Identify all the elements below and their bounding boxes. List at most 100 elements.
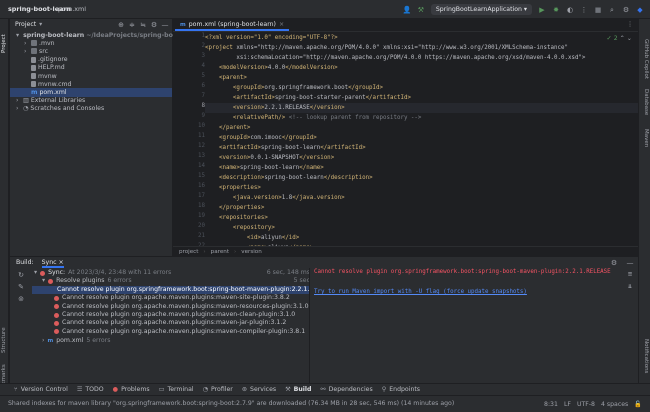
build-hide-icon[interactable]: — <box>626 259 634 267</box>
scroll-to-end-icon[interactable]: ⇊ <box>626 282 634 290</box>
code-line[interactable]: <project xmlns="http://maven.apache.org/… <box>205 43 568 53</box>
filter-icon[interactable]: ⊚ <box>17 295 25 303</box>
tool-window-services[interactable]: ⊛ Services <box>242 386 276 393</box>
resolve-plugins-row[interactable]: ▾ Resolve plugins 6 errors 5 sec <box>42 277 309 285</box>
lock-icon[interactable]: 🔓 <box>634 400 642 408</box>
breadcrumb-item[interactable]: parent <box>211 249 229 255</box>
expand-all-icon[interactable]: ≒ <box>139 21 147 29</box>
tab-pom-xml[interactable]: m pom.xml (spring-boot-learn) × <box>175 20 290 31</box>
plugin-error-row[interactable]: Cannot resolve plugin org.apache.maven.p… <box>32 303 309 311</box>
plugin-error-row[interactable]: Cannot resolve plugin org.apache.maven.p… <box>32 311 309 319</box>
file-encoding[interactable]: UTF-8 <box>577 401 595 408</box>
code-line[interactable]: <artifactId>spring-boot-starter-parent</… <box>205 93 411 103</box>
build-hammer-icon[interactable]: ⚒ <box>417 6 425 14</box>
sync-root-row[interactable]: ▾ Sync: At 2023/3/4, 23:48 with 11 error… <box>34 269 309 277</box>
code-line[interactable]: <version>2.2.1.RELEASE</version> <box>205 103 638 113</box>
close-tab-icon[interactable]: × <box>279 20 284 30</box>
tree-item[interactable]: mvnw <box>10 72 172 80</box>
tree-item[interactable]: mvnw.cmd <box>10 80 172 88</box>
locate-icon[interactable]: ⊕ <box>117 21 125 29</box>
tool-window-dependencies[interactable]: ⚯ Dependencies <box>320 386 372 393</box>
code-line[interactable]: <?xml version="1.0" encoding="UTF-8"?> <box>205 33 338 43</box>
tree-item[interactable]: › ▥ External Libraries <box>10 97 172 105</box>
code-line[interactable]: <version>0.0.1-SNAPSHOT</version> <box>205 153 334 163</box>
code-line[interactable]: <description>spring-boot-learn</descript… <box>205 173 373 183</box>
settings-icon[interactable]: ⚙ <box>622 6 630 14</box>
code-line[interactable]: <artifactId>spring-boot-learn</artifactI… <box>205 143 366 153</box>
tool-window-terminal[interactable]: ▭ Terminal <box>159 386 194 393</box>
current-file-name[interactable]: pom.xml <box>58 5 86 13</box>
search-icon[interactable]: ⌕ <box>608 6 616 14</box>
code-line[interactable]: <java.version>1.8</java.version> <box>205 193 345 203</box>
tree-item[interactable]: › src <box>10 47 172 55</box>
code-line[interactable]: <properties> <box>205 183 261 193</box>
tree-item[interactable]: ▾ spring-boot-learn ~/IdeaProjects/spring-… <box>10 31 201 39</box>
coverage-icon[interactable]: ◐ <box>566 6 574 14</box>
profile-icon[interactable]: 👤 <box>403 6 412 14</box>
code-line[interactable]: <repository> <box>205 223 275 233</box>
force-update-link[interactable]: Try to run Maven import with -U flag (fo… <box>314 289 527 295</box>
build-options-gear-icon[interactable]: ⚙ <box>610 259 618 267</box>
tree-item[interactable]: HELP.md <box>10 64 172 72</box>
tool-window-profiler[interactable]: ◔ Profiler <box>203 386 233 393</box>
structure-tool-tab[interactable]: Structure <box>1 319 8 353</box>
tree-item[interactable]: › ◔ Scratches and Consoles <box>10 105 172 113</box>
tree-item[interactable]: › .mvn <box>10 39 172 47</box>
code-line[interactable]: <modelVersion>4.0.0</modelVersion> <box>205 63 338 73</box>
code-line[interactable]: <name>spring-boot-learn</name> <box>205 163 324 173</box>
maven-tool-tab[interactable]: Maven <box>641 129 649 155</box>
expand-arrow-icon[interactable]: › <box>16 97 21 104</box>
code-line[interactable]: <relativePath/> <!-- lookup parent from … <box>205 113 421 123</box>
hide-panel-icon[interactable]: — <box>161 21 169 29</box>
project-tool-tab[interactable]: Project <box>1 23 8 53</box>
notifications-tool-tab[interactable]: Notifications <box>641 339 649 383</box>
collapse-all-icon[interactable]: ≑ <box>128 21 136 29</box>
run-icon[interactable]: ▶ <box>538 6 546 14</box>
tool-window-build[interactable]: ⚒ Build <box>285 386 311 393</box>
expand-arrow-icon[interactable]: › <box>24 40 29 47</box>
copilot-icon[interactable]: ◆ <box>636 6 644 14</box>
tool-window-problems[interactable]: ● Problems <box>113 386 150 393</box>
expand-arrow-icon[interactable]: ▾ <box>16 32 19 39</box>
status-message[interactable]: Shared indexes for maven library "org.sp… <box>8 400 454 407</box>
code-line[interactable]: </parent> <box>205 123 250 133</box>
plugin-error-row[interactable]: Cannot resolve plugin org.apache.maven.p… <box>32 294 309 302</box>
copilot-tool-tab[interactable]: GitHub Copilot <box>641 39 649 87</box>
code-line[interactable]: <repositories> <box>205 213 268 223</box>
code-line[interactable]: </properties> <box>205 203 264 213</box>
run-configuration-select[interactable]: SpringBootLearnApplication ▾ <box>430 4 532 15</box>
editor-tabs-more-icon[interactable]: ⋮ <box>627 21 633 28</box>
soft-wrap-icon[interactable]: ≡ <box>626 270 634 278</box>
code-line[interactable]: <parent> <box>205 73 247 83</box>
expand-arrow-icon[interactable]: › <box>24 48 29 55</box>
pom-errors-row[interactable]: › m pom.xml 5 errors <box>42 337 110 345</box>
more-run-icon[interactable]: ⋮ <box>580 6 588 14</box>
options-gear-icon[interactable]: ⚙ <box>150 21 158 29</box>
tree-item[interactable]: .gitignore <box>10 56 172 64</box>
inspection-widget[interactable]: ✓ 2 ⌃ ⌄ <box>607 35 632 42</box>
code-editor[interactable]: 1 2 3 4 5 6 7 8 9 10 11 12 13 14 15 16 17 18 19 20 21 22 <?xm… <box>173 32 638 246</box>
tab-sync[interactable]: Sync × <box>41 257 64 268</box>
stop-icon[interactable]: ■ <box>594 6 602 14</box>
code-line[interactable]: <groupId>com.imooc</groupId> <box>205 133 317 143</box>
tool-window-todo[interactable]: ☰ TODO <box>77 386 104 393</box>
tree-item[interactable]: m pom.xml <box>10 88 172 97</box>
plugin-error-row[interactable]: Cannot resolve plugin org.apache.maven.p… <box>32 319 309 327</box>
cursor-position[interactable]: 8:31 <box>544 401 558 408</box>
plugin-error-row[interactable]: Cannot resolve plugin org.apache.maven.p… <box>32 328 309 336</box>
project-view-select[interactable]: Project <box>15 21 36 28</box>
plugin-error-row[interactable]: Cannot resolve plugin org.springframewor… <box>32 285 309 295</box>
expand-arrow-icon[interactable]: › <box>16 105 21 112</box>
build-output[interactable]: Cannot resolve plugin org.springframewor… <box>310 268 638 383</box>
rerun-sync-icon[interactable]: ↻ <box>17 271 25 279</box>
breadcrumb-item[interactable]: project <box>179 249 198 255</box>
breadcrumb-item[interactable]: version <box>241 249 262 255</box>
indent-setting[interactable]: 4 spaces <box>601 401 628 408</box>
stop-sync-icon[interactable]: ✎ <box>17 283 25 291</box>
database-tool-tab[interactable]: Database <box>641 89 649 125</box>
code-line[interactable]: <id>aliyun</id> <box>205 233 299 243</box>
code-line[interactable]: xsi:schemaLocation="http://maven.apache.… <box>205 53 585 63</box>
debug-icon[interactable]: ✸ <box>552 6 560 14</box>
line-separator[interactable]: LF <box>564 401 571 408</box>
code-line[interactable]: <groupId>org.springframework.boot</group… <box>205 83 383 93</box>
